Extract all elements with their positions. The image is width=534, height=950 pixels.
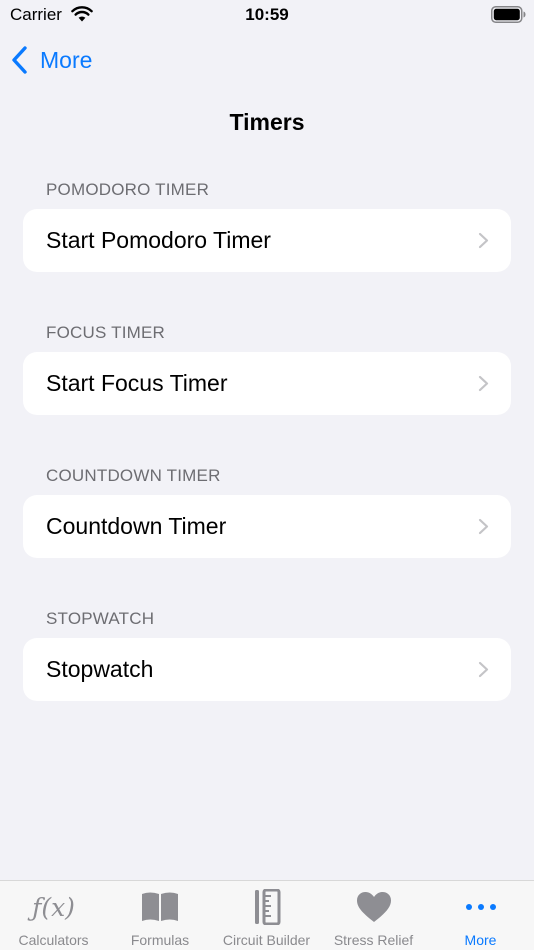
tab-label: Formulas xyxy=(130,932,190,948)
chevron-right-icon xyxy=(478,232,489,249)
chevron-right-icon xyxy=(478,375,489,392)
tab-bar: ƒ(x) Calculators Formulas Circuit Builde… xyxy=(0,880,534,950)
start-focus-timer-row[interactable]: Start Focus Timer xyxy=(23,352,511,415)
tab-formulas[interactable]: Formulas xyxy=(107,881,213,950)
tab-calculators[interactable]: ƒ(x) Calculators xyxy=(0,881,107,950)
stopwatch-row[interactable]: Stopwatch xyxy=(23,638,511,701)
back-button[interactable]: More xyxy=(10,44,92,76)
section-header-pomodoro: POMODORO TIMER xyxy=(46,180,210,199)
chevron-left-icon xyxy=(12,46,27,74)
tab-label: Circuit Builder xyxy=(222,932,311,948)
status-time: 10:59 xyxy=(245,5,289,24)
ellipsis-icon xyxy=(465,904,496,910)
row-label: Start Pomodoro Timer xyxy=(46,227,271,253)
tab-more[interactable]: More xyxy=(427,881,534,950)
page-title: Timers xyxy=(229,109,305,135)
section-header-stopwatch: STOPWATCH xyxy=(46,609,155,628)
row-label: Start Focus Timer xyxy=(46,370,228,396)
book-icon xyxy=(142,892,178,921)
status-bar: Carrier 10:59 xyxy=(0,0,534,30)
section-header-focus: FOCUS TIMER xyxy=(46,323,166,342)
battery-icon xyxy=(491,6,526,23)
chevron-right-icon xyxy=(478,518,489,535)
chevron-right-icon xyxy=(478,661,489,678)
back-button-label: More xyxy=(40,46,93,73)
countdown-timer-row[interactable]: Countdown Timer xyxy=(23,495,511,558)
function-icon: ƒ(x) xyxy=(32,892,75,922)
tab-label: Stress Relief xyxy=(333,932,414,948)
tab-stress-relief[interactable]: Stress Relief xyxy=(320,881,427,950)
row-label: Countdown Timer xyxy=(46,513,227,539)
start-pomodoro-timer-row[interactable]: Start Pomodoro Timer xyxy=(23,209,511,272)
tab-label: More xyxy=(464,932,497,948)
tab-circuit-builder[interactable]: Circuit Builder xyxy=(213,881,320,950)
row-label: Stopwatch xyxy=(46,656,154,682)
tab-label: Calculators xyxy=(18,932,89,948)
heart-icon xyxy=(356,892,391,922)
section-header-countdown: COUNTDOWN TIMER xyxy=(46,466,221,485)
ruler-icon xyxy=(254,889,280,925)
